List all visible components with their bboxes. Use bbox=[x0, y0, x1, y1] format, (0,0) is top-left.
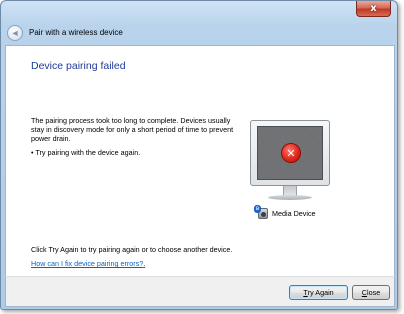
title-bar[interactable]: x bbox=[1, 1, 397, 23]
close-icon: x bbox=[370, 3, 377, 14]
content-panel: Device pairing failed The pairing proces… bbox=[5, 45, 395, 276]
dialog-window: x ◄ Pair with a wireless device Device p… bbox=[0, 0, 398, 310]
suggestion-bullet: • Try pairing with the device again. bbox=[31, 148, 141, 157]
close-label: lose bbox=[367, 288, 381, 297]
monitor-screen: ✕ bbox=[257, 126, 323, 180]
window-title: Pair with a wireless device bbox=[29, 28, 123, 37]
monitor-stand-base bbox=[268, 195, 312, 200]
error-description: The pairing process took too long to com… bbox=[31, 116, 234, 143]
help-link-text[interactable]: How can I fix device pairing errors? bbox=[31, 259, 143, 268]
bluetooth-icon: ʙ bbox=[254, 205, 261, 213]
error-x-icon: ✕ bbox=[281, 143, 301, 163]
monitor-illustration: ✕ bbox=[250, 120, 330, 186]
back-button[interactable]: ◄ bbox=[7, 25, 23, 41]
window-close-button[interactable]: x bbox=[356, 1, 391, 17]
try-again-button[interactable]: Try Again bbox=[289, 285, 348, 300]
page-title: Device pairing failed bbox=[31, 60, 126, 72]
dialog-header: ◄ Pair with a wireless device bbox=[5, 23, 395, 45]
try-again-label: ry Again bbox=[307, 288, 334, 297]
device-name-label: Media Device bbox=[272, 209, 316, 218]
close-button[interactable]: Close bbox=[352, 285, 390, 300]
help-link-period: . bbox=[143, 259, 146, 268]
try-again-instructions: Click Try Again to try pairing again or … bbox=[31, 245, 233, 254]
back-arrow-icon: ◄ bbox=[10, 28, 20, 38]
media-device-icon: ʙ bbox=[254, 205, 268, 219]
button-bar: Try Again Close bbox=[5, 276, 395, 307]
help-link[interactable]: How can I fix device pairing errors?. bbox=[31, 259, 145, 268]
